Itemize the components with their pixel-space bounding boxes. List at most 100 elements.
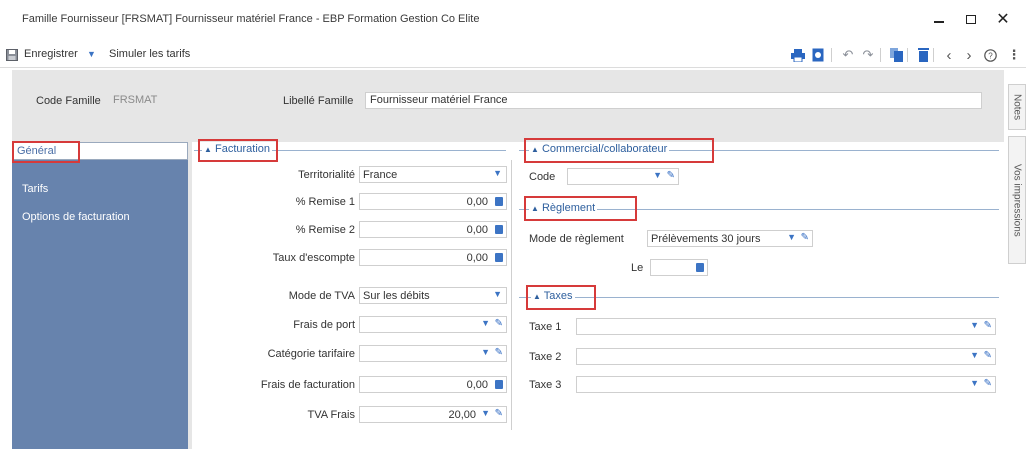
remise2-value: 0,00 <box>466 224 488 236</box>
tab-vos-impressions[interactable]: Vos impressions <box>1008 136 1026 264</box>
remise1-field[interactable]: 0,00 <box>359 193 507 210</box>
simulate-prices-button[interactable]: Simuler les tarifs <box>109 48 190 60</box>
calculator-icon[interactable] <box>495 253 503 262</box>
highlight-box <box>526 285 596 310</box>
le-field[interactable] <box>650 259 708 276</box>
chevron-down-icon: ▼ <box>970 378 979 388</box>
territorialite-value: France <box>363 169 398 181</box>
tab-vos-impressions-label: Vos impressions <box>1011 163 1023 237</box>
frais-port-label: Frais de port <box>293 319 355 331</box>
more-options-icon[interactable]: ⋮ <box>1004 45 1024 65</box>
toolbar-separator <box>933 48 934 62</box>
taxe1-select[interactable]: ▼ ✎ <box>576 318 996 335</box>
edit-icon[interactable]: ✎ <box>984 320 992 331</box>
chevron-down-icon: ▼ <box>970 350 979 360</box>
calculator-icon[interactable] <box>495 225 503 234</box>
calculator-icon[interactable] <box>696 263 704 272</box>
save-dropdown-icon[interactable]: ▼ <box>87 49 96 59</box>
mode-tva-select[interactable]: Sur les débits ▼ <box>359 287 507 304</box>
preview-icon[interactable] <box>808 45 828 65</box>
code-famille-label: Code Famille <box>36 95 101 107</box>
mode-tva-label: Mode de TVA <box>288 290 355 302</box>
edit-icon[interactable]: ✎ <box>667 170 675 181</box>
highlight-box <box>12 141 80 163</box>
chevron-down-icon: ▼ <box>481 347 490 357</box>
edit-icon[interactable]: ✎ <box>495 318 503 329</box>
taxe3-label: Taxe 3 <box>529 379 562 391</box>
taxe3-select[interactable]: ▼ ✎ <box>576 376 996 393</box>
maximize-icon <box>966 14 976 24</box>
mode-reglement-select[interactable]: Prélèvements 30 jours ▼ ✎ <box>647 230 813 247</box>
save-button[interactable]: Enregistrer <box>24 48 78 60</box>
minimize-icon <box>934 21 944 23</box>
title-bar: Famille Fournisseur [FRSMAT] Fournisseur… <box>0 0 1026 40</box>
tva-frais-select[interactable]: 20,00 ▼ ✎ <box>359 406 507 423</box>
categorie-tarifaire-label: Catégorie tarifaire <box>267 348 355 360</box>
window-title: Famille Fournisseur [FRSMAT] Fournisseur… <box>22 13 480 25</box>
delete-icon[interactable] <box>913 45 933 65</box>
next-icon[interactable]: › <box>959 45 979 65</box>
tva-frais-label: TVA Frais <box>307 409 355 421</box>
chevron-down-icon: ▼ <box>653 170 662 180</box>
escompte-field[interactable]: 0,00 <box>359 249 507 266</box>
column-separator <box>511 160 512 430</box>
edit-icon[interactable]: ✎ <box>801 232 809 243</box>
escompte-label: Taux d'escompte <box>272 252 355 264</box>
frais-facturation-label: Frais de facturation <box>260 379 355 391</box>
chevron-down-icon: ▼ <box>787 232 796 242</box>
toolbar: Enregistrer ▼ Simuler les tarifs ↶ ↷ ‹ ›… <box>0 42 1026 68</box>
edit-icon[interactable]: ✎ <box>495 347 503 358</box>
mode-tva-value: Sur les débits <box>363 290 430 302</box>
highlight-box <box>524 196 637 221</box>
commercial-code-label: Code <box>529 171 556 183</box>
territorialite-label: Territorialité <box>298 169 355 181</box>
tab-notes[interactable]: Notes <box>1008 84 1026 130</box>
tva-frais-value: 20,00 <box>448 409 476 421</box>
calculator-icon[interactable] <box>495 380 503 389</box>
maximize-button[interactable] <box>957 6 985 32</box>
taxe2-label: Taxe 2 <box>529 351 562 363</box>
edit-icon[interactable]: ✎ <box>495 408 503 419</box>
chevron-down-icon: ▼ <box>481 408 490 418</box>
save-icon[interactable] <box>2 45 22 65</box>
sidebar-item-tarifs[interactable]: Tarifs <box>22 183 48 195</box>
highlight-box <box>198 139 278 162</box>
frais-facturation-value: 0,00 <box>466 379 488 391</box>
toolbar-separator <box>907 48 908 62</box>
close-button[interactable]: ✕ <box>989 6 1017 32</box>
frais-port-select[interactable]: ▼ ✎ <box>359 316 507 333</box>
toolbar-separator <box>831 48 832 62</box>
edit-icon[interactable]: ✎ <box>984 350 992 361</box>
taxe2-select[interactable]: ▼ ✎ <box>576 348 996 365</box>
le-label: Le <box>631 262 644 274</box>
svg-text:?: ? <box>988 51 993 60</box>
help-icon[interactable]: ? <box>980 45 1000 65</box>
chevron-down-icon: ▼ <box>481 318 490 328</box>
highlight-box <box>524 138 714 163</box>
categorie-tarifaire-select[interactable]: ▼ ✎ <box>359 345 507 362</box>
remise1-value: 0,00 <box>466 196 488 208</box>
remise2-field[interactable]: 0,00 <box>359 221 507 238</box>
chevron-down-icon: ▼ <box>493 289 502 299</box>
mode-reglement-value: Prélèvements 30 jours <box>651 233 761 245</box>
copy-icon[interactable] <box>886 45 906 65</box>
commercial-code-select[interactable]: ▼ ✎ <box>567 168 679 185</box>
libelle-famille-field[interactable]: Fournisseur matériel France <box>365 92 982 109</box>
redo-icon[interactable]: ↷ <box>858 45 878 65</box>
code-famille-field[interactable]: FRSMAT <box>108 92 258 109</box>
remise2-label: % Remise 2 <box>295 224 355 236</box>
edit-icon[interactable]: ✎ <box>984 378 992 389</box>
frais-facturation-field[interactable]: 0,00 <box>359 376 507 393</box>
calculator-icon[interactable] <box>495 197 503 206</box>
sidebar-item-options-facturation[interactable]: Options de facturation <box>22 211 130 223</box>
chevron-down-icon: ▼ <box>493 168 502 178</box>
print-icon[interactable] <box>788 45 808 65</box>
undo-icon[interactable]: ↶ <box>838 45 858 65</box>
escompte-value: 0,00 <box>466 252 488 264</box>
close-icon: ✕ <box>996 11 1010 28</box>
tab-notes-label: Notes <box>1011 93 1023 121</box>
previous-icon[interactable]: ‹ <box>939 45 959 65</box>
territorialite-select[interactable]: France ▼ <box>359 166 507 183</box>
chevron-down-icon: ▼ <box>970 320 979 330</box>
minimize-button[interactable] <box>925 6 953 32</box>
